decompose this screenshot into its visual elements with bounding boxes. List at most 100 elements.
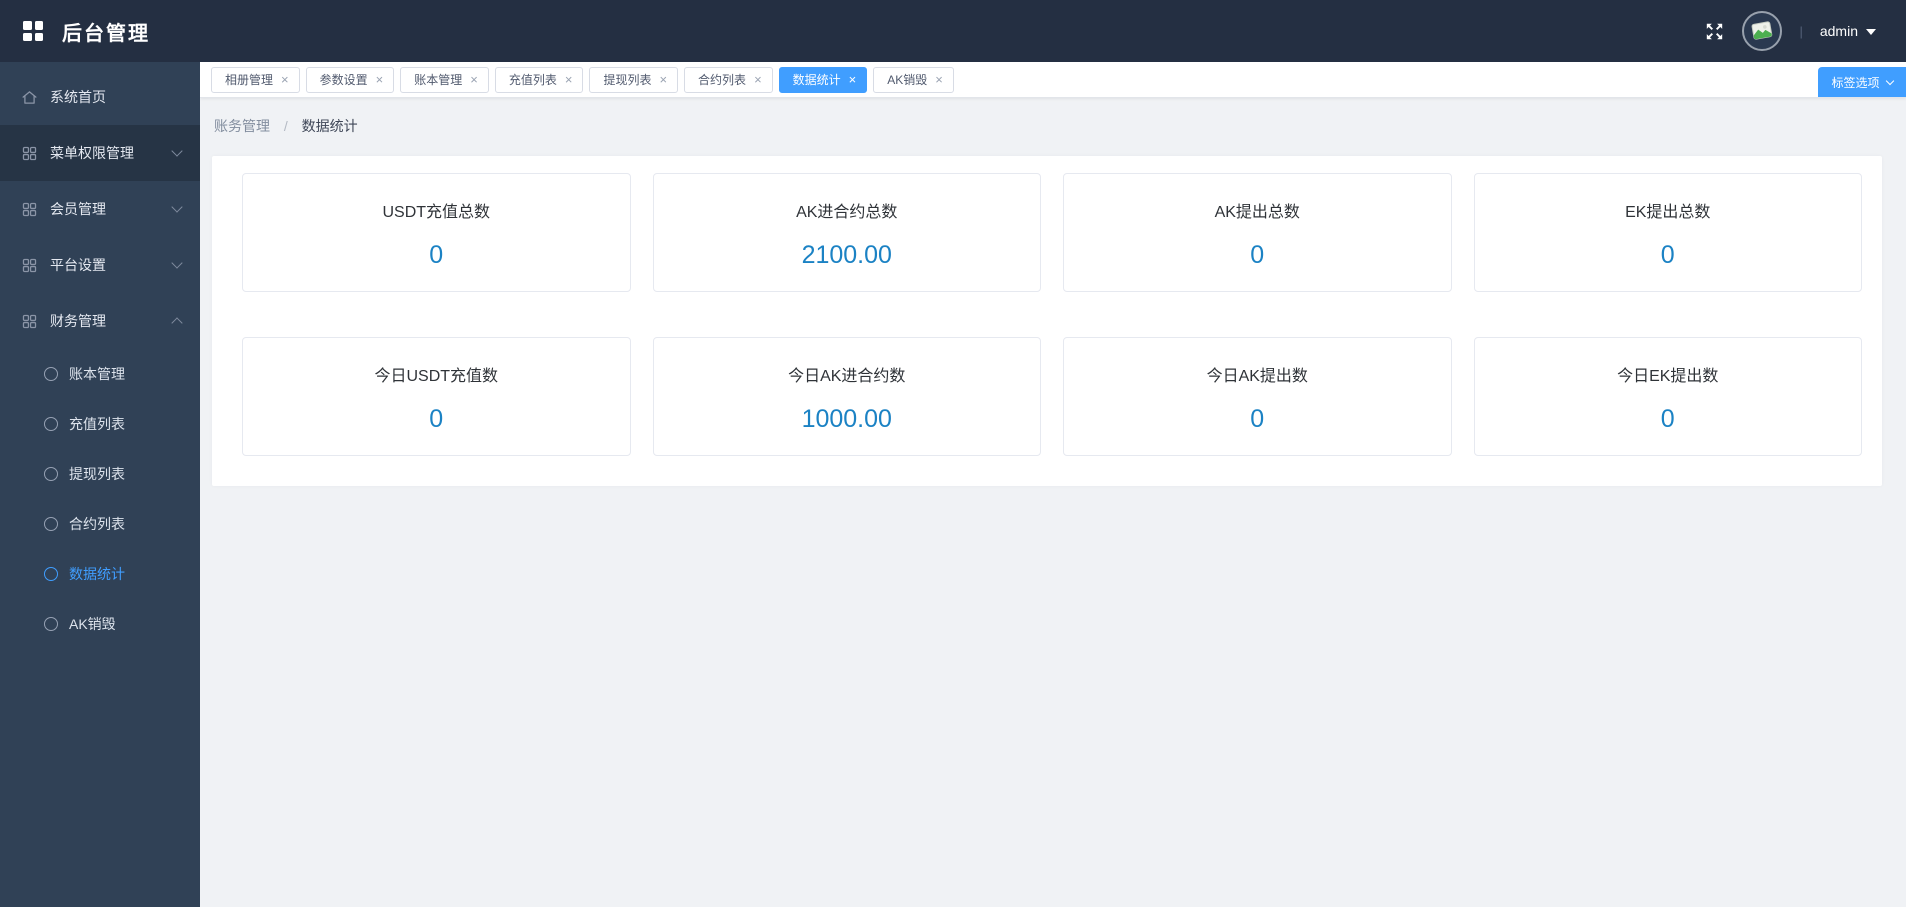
avatar[interactable] xyxy=(1742,11,1783,51)
sidebar: 系统首页 菜单权限管理 会员管理 平台设置 财务管理 账本管理 充值列表 提现列… xyxy=(0,62,200,907)
tab-options-label: 标签选项 xyxy=(1831,75,1880,90)
avatar-image-placeholder-icon xyxy=(1752,21,1773,40)
sidebar-item-label: 财务管理 xyxy=(50,313,106,329)
stat-card-value: 0 xyxy=(1250,405,1265,433)
grid-logo-icon xyxy=(23,21,43,41)
chevron-down-icon xyxy=(171,257,183,269)
brand: 后台管理 xyxy=(23,17,150,46)
tab-data-statistics[interactable]: 数据统计 × xyxy=(778,66,868,93)
stat-card-title: EK提出总数 xyxy=(1625,204,1711,221)
sidebar-subitem-data-statistics[interactable]: 数据统计 xyxy=(0,549,200,599)
sidebar-subitem-label: AK销毁 xyxy=(69,616,116,632)
stat-card-value: 0 xyxy=(429,405,444,433)
stat-card-today-ek-withdraw: 今日EK提出数 0 xyxy=(1473,337,1862,456)
chevron-down-icon xyxy=(171,145,183,157)
tab-label: AK销毁 xyxy=(887,73,928,87)
tab-label: 提现列表 xyxy=(603,73,652,87)
breadcrumb-current: 数据统计 xyxy=(301,118,358,134)
grid-icon xyxy=(21,145,38,162)
sidebar-item-finance-management[interactable]: 财务管理 xyxy=(0,293,200,349)
close-icon[interactable]: × xyxy=(281,73,289,86)
stat-card-today-ak-contract: 今日AK进合约数 1000.00 xyxy=(652,337,1041,456)
stat-card-ak-contract-total: AK进合约总数 2100.00 xyxy=(652,173,1041,292)
sidebar-subitem-recharge-list[interactable]: 充值列表 xyxy=(0,399,200,449)
close-icon[interactable]: × xyxy=(935,73,943,86)
breadcrumb-separator: / xyxy=(283,118,288,134)
stat-card-title: 今日USDT充值数 xyxy=(374,368,499,385)
sidebar-subitem-withdraw-list[interactable]: 提现列表 xyxy=(0,449,200,499)
sidebar-item-system-home[interactable]: 系统首页 xyxy=(0,69,200,125)
fullscreen-icon[interactable] xyxy=(1704,21,1725,42)
sidebar-subitem-ak-destroy[interactable]: AK销毁 xyxy=(0,599,200,649)
close-icon[interactable]: × xyxy=(754,73,762,86)
chevron-up-icon xyxy=(171,317,183,329)
breadcrumb-parent[interactable]: 账务管理 xyxy=(214,118,270,134)
close-icon[interactable]: × xyxy=(470,73,478,86)
stat-card-value: 2100.00 xyxy=(801,241,892,269)
stat-card-title: AK提出总数 xyxy=(1214,204,1300,221)
sidebar-item-platform-settings[interactable]: 平台设置 xyxy=(0,237,200,293)
sidebar-subitem-label: 合约列表 xyxy=(69,516,125,532)
tab-withdraw-list[interactable]: 提现列表 × xyxy=(589,66,679,93)
stats-panel: USDT充值总数 0 AK进合约总数 2100.00 AK提出总数 0 EK提出… xyxy=(212,156,1882,486)
stat-card-title: 今日EK提出数 xyxy=(1617,368,1719,385)
breadcrumb: 账务管理 / 数据统计 xyxy=(200,98,1906,156)
stat-card-today-usdt-recharge: 今日USDT充值数 0 xyxy=(242,337,631,456)
tab-label: 账本管理 xyxy=(414,73,463,87)
tab-label: 数据统计 xyxy=(792,73,841,87)
home-icon xyxy=(21,89,38,106)
username: admin xyxy=(1819,23,1858,39)
stat-card-ak-withdraw-total: AK提出总数 0 xyxy=(1063,173,1452,292)
sidebar-subitem-label: 提现列表 xyxy=(69,466,125,482)
close-icon[interactable]: × xyxy=(659,73,667,86)
circle-icon xyxy=(44,617,58,631)
header-right: | admin xyxy=(1704,11,1876,51)
stat-card-title: AK进合约总数 xyxy=(796,204,898,221)
circle-icon xyxy=(44,467,58,481)
stats-cards-grid: USDT充值总数 0 AK进合约总数 2100.00 AK提出总数 0 EK提出… xyxy=(242,173,1862,456)
circle-icon xyxy=(44,567,58,581)
grid-icon xyxy=(21,257,38,274)
sidebar-item-label: 会员管理 xyxy=(50,201,106,217)
sidebar-subitem-contract-list[interactable]: 合约列表 xyxy=(0,499,200,549)
chevron-down-icon xyxy=(1885,76,1894,85)
tab-options-button[interactable]: 标签选项 xyxy=(1818,67,1906,97)
circle-icon xyxy=(44,367,58,381)
circle-icon xyxy=(44,517,58,531)
stat-card-value: 0 xyxy=(429,241,444,269)
stat-card-ek-withdraw-total: EK提出总数 0 xyxy=(1473,173,1862,292)
close-icon[interactable]: × xyxy=(376,73,384,86)
sidebar-subitem-label: 数据统计 xyxy=(69,566,125,582)
stat-card-title: 今日AK提出数 xyxy=(1206,368,1308,385)
sidebar-item-label: 系统首页 xyxy=(50,89,106,105)
header-divider: | xyxy=(1799,23,1803,39)
app-title: 后台管理 xyxy=(62,22,150,45)
stat-card-value: 0 xyxy=(1660,405,1675,433)
sidebar-item-menu-permission[interactable]: 菜单权限管理 xyxy=(0,125,200,181)
close-icon[interactable]: × xyxy=(565,73,573,86)
stat-card-value: 1000.00 xyxy=(801,405,892,433)
stat-card-today-ak-withdraw: 今日AK提出数 0 xyxy=(1063,337,1452,456)
tab-parameter-settings[interactable]: 参数设置 × xyxy=(305,66,395,93)
tab-ak-destroy[interactable]: AK销毁 × xyxy=(873,66,954,93)
finance-submenu: 账本管理 充值列表 提现列表 合约列表 数据统计 AK销毁 xyxy=(0,349,200,649)
sidebar-item-label: 菜单权限管理 xyxy=(50,145,134,161)
grid-icon xyxy=(21,313,38,330)
tab-ledger-management[interactable]: 账本管理 × xyxy=(400,66,489,93)
tab-label: 充值列表 xyxy=(508,73,557,87)
caret-down-icon xyxy=(1866,29,1876,35)
user-menu[interactable]: admin xyxy=(1820,23,1876,39)
sidebar-subitem-label: 充值列表 xyxy=(69,416,125,432)
stat-card-usdt-recharge-total: USDT充值总数 0 xyxy=(242,173,631,292)
sidebar-menu: 系统首页 菜单权限管理 会员管理 平台设置 财务管理 账本管理 充值列表 提现列… xyxy=(0,62,200,649)
tab-recharge-list[interactable]: 充值列表 × xyxy=(494,66,584,93)
tab-label: 合约列表 xyxy=(698,73,747,87)
tab-album-management[interactable]: 相册管理 × xyxy=(211,66,300,93)
tab-contract-list[interactable]: 合约列表 × xyxy=(684,66,773,93)
sidebar-item-label: 平台设置 xyxy=(50,257,106,273)
stat-card-title: USDT充值总数 xyxy=(382,204,491,221)
stat-card-value: 0 xyxy=(1250,241,1265,269)
sidebar-item-member-management[interactable]: 会员管理 xyxy=(0,181,200,237)
close-icon[interactable]: × xyxy=(849,73,857,86)
sidebar-subitem-ledger[interactable]: 账本管理 xyxy=(0,349,200,399)
